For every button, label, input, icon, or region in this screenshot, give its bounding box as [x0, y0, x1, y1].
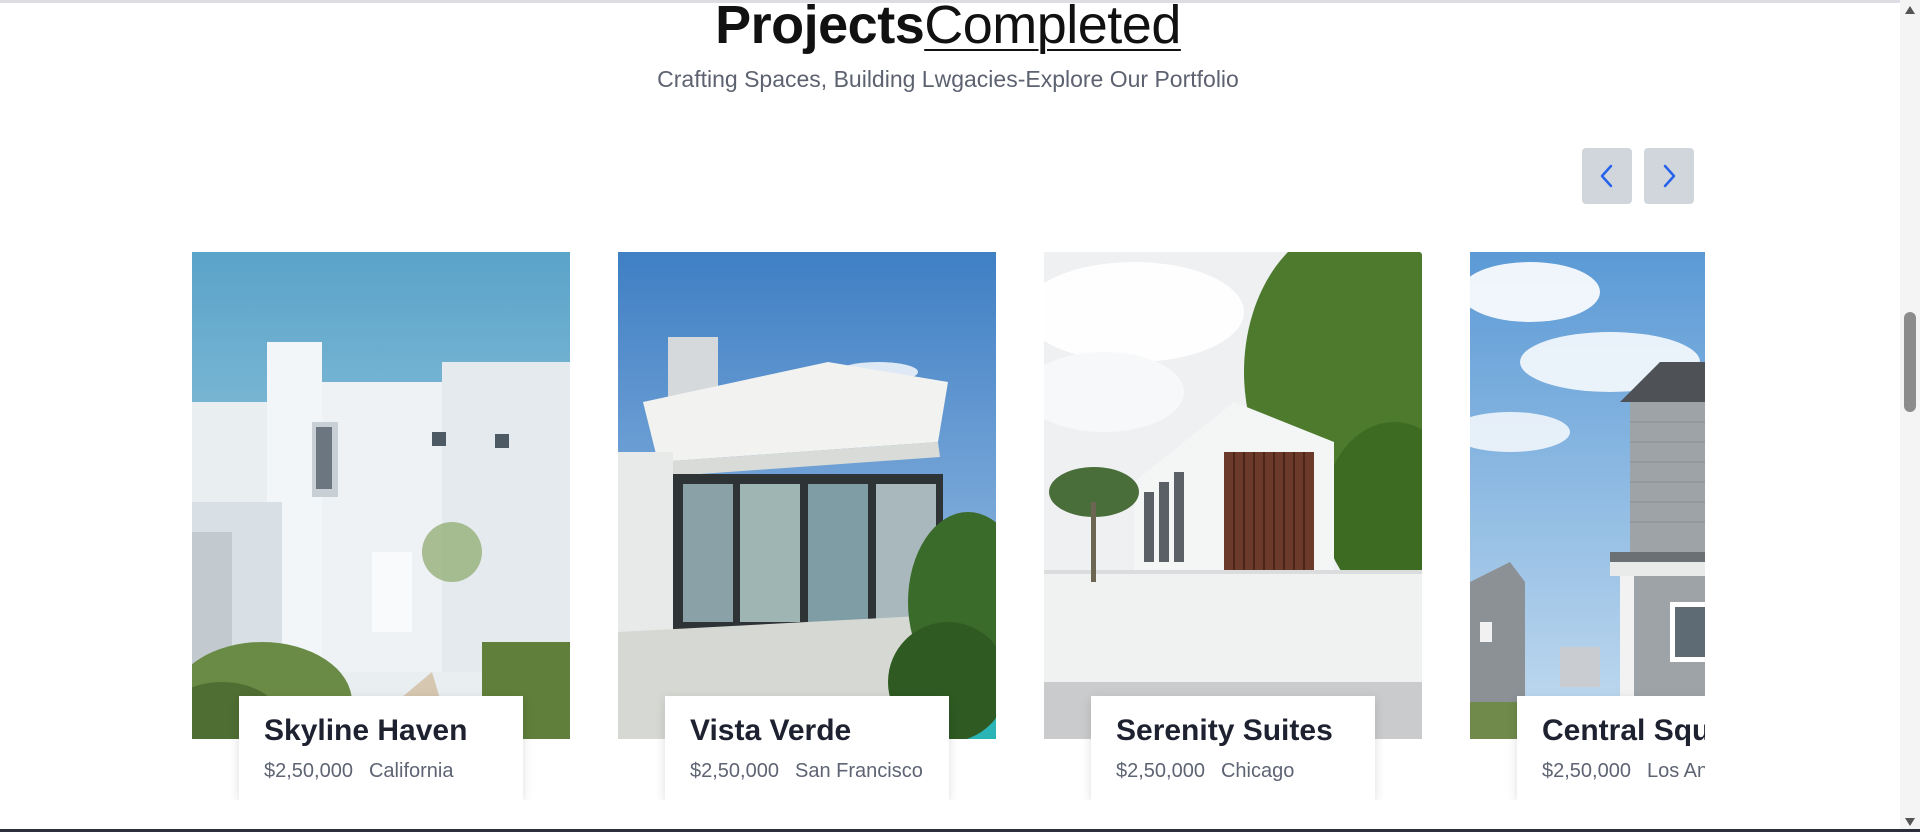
- project-card[interactable]: Central Square $2,50,000 Los Angeles: [1470, 252, 1705, 800]
- project-name: Vista Verde: [690, 714, 852, 747]
- project-location: Chicago: [1220, 760, 1295, 782]
- scroll-up-arrow-icon[interactable]: [1905, 6, 1915, 14]
- projects-carousel: Skyline Haven $2,50,000 California Vista…: [192, 252, 1705, 800]
- project-info: Serenity Suites $2,50,000 Chicago: [1091, 696, 1375, 800]
- project-card[interactable]: Skyline Haven $2,50,000 California: [192, 252, 570, 800]
- project-name: Central Square: [1542, 714, 1705, 747]
- project-price: $2,50,000: [1116, 760, 1205, 782]
- project-info: Central Square $2,50,000 Los Angeles: [1517, 696, 1705, 800]
- project-image: [618, 252, 996, 739]
- section-title-light: Completed: [924, 0, 1181, 55]
- project-image: [192, 252, 570, 739]
- project-card[interactable]: Serenity Suites $2,50,000 Chicago: [1044, 252, 1422, 800]
- project-name: Skyline Haven: [264, 714, 468, 747]
- project-location: California: [368, 760, 454, 782]
- section-title-bold: Projects: [715, 0, 925, 55]
- project-image: [1044, 252, 1422, 739]
- carousel-next-button[interactable]: [1644, 148, 1694, 204]
- section-title: ProjectsCompleted: [0, 0, 1896, 60]
- scroll-down-arrow-icon[interactable]: [1905, 818, 1915, 826]
- project-info: Vista Verde $2,50,000 San Francisco: [665, 696, 949, 800]
- project-price: $2,50,000: [1542, 760, 1631, 782]
- project-card[interactable]: Vista Verde $2,50,000 San Francisco: [618, 252, 996, 800]
- chevron-right-icon: [1663, 164, 1676, 188]
- project-info: Skyline Haven $2,50,000 California: [239, 696, 523, 800]
- project-price: $2,50,000: [264, 760, 353, 782]
- project-price: $2,50,000: [690, 760, 779, 782]
- project-image: [1470, 252, 1705, 739]
- carousel-prev-button[interactable]: [1582, 148, 1632, 204]
- project-name: Serenity Suites: [1116, 714, 1333, 747]
- section-subtitle: Crafting Spaces, Building Lwgacies-Explo…: [657, 66, 1239, 92]
- chevron-left-icon: [1600, 164, 1613, 188]
- project-location: San Francisco: [794, 760, 923, 782]
- scroll-thumb[interactable]: [1904, 312, 1916, 412]
- project-location: Los Angeles: [1646, 760, 1705, 782]
- page-scrollbar[interactable]: [1900, 0, 1920, 832]
